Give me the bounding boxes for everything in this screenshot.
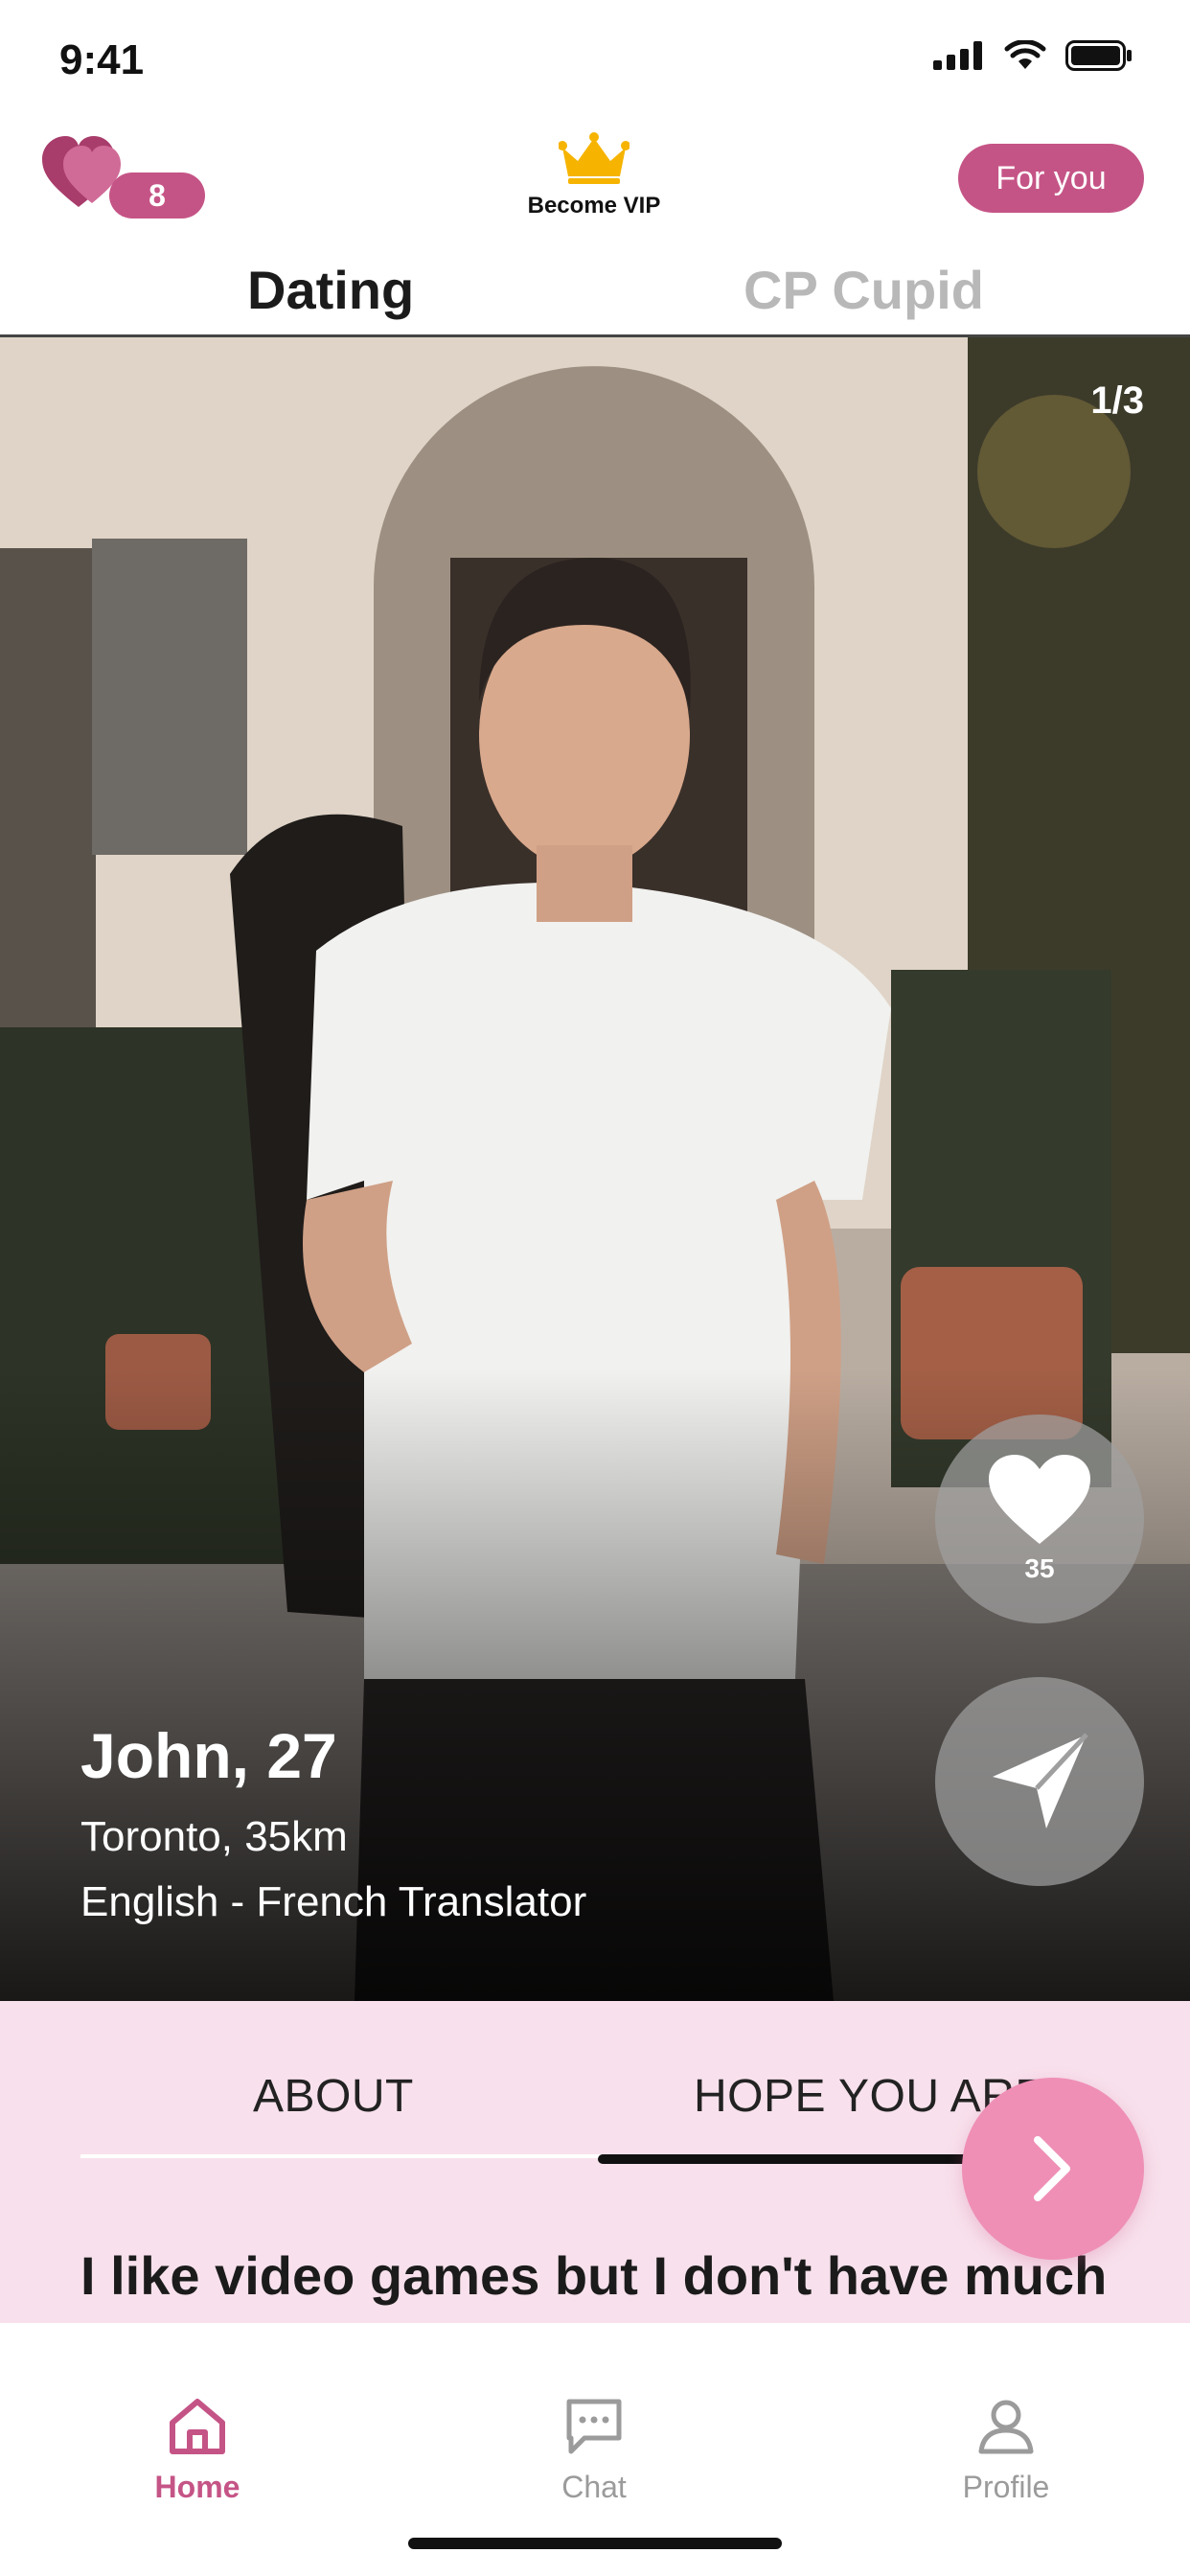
for-you-button[interactable]: For you (958, 144, 1144, 213)
app-screen: 9:41 8 Become VIP For you Dating CP Cupi… (0, 0, 1190, 2576)
nav-home-label: Home (154, 2470, 240, 2504)
likes-badge[interactable]: 8 (42, 136, 205, 222)
chevron-right-icon (1034, 2136, 1070, 2201)
like-count: 35 (1024, 1553, 1055, 1583)
battery-icon (1065, 40, 1132, 71)
heart-icon (989, 1455, 1090, 1544)
wifi-icon (1004, 40, 1046, 69)
profile-occupation: English - French Translator (80, 1878, 587, 1925)
likes-count: 8 (109, 172, 205, 218)
about-text: I like video games but I don't have much (80, 2245, 1108, 2306)
nav-home[interactable]: Home (111, 2396, 284, 2505)
crown-icon (558, 132, 630, 184)
next-profile-button[interactable] (962, 2078, 1144, 2260)
user-icon (978, 2400, 1034, 2454)
status-icons (933, 40, 1133, 71)
paper-plane-icon (993, 1733, 1088, 1828)
top-header: 8 Become VIP For you (0, 125, 1190, 249)
chat-icon (566, 2399, 622, 2454)
main-tabs: Dating CP Cupid (0, 249, 1190, 337)
profile-name-age: John, 27 (80, 1720, 337, 1791)
home-indicator (408, 2538, 782, 2549)
tab-dating[interactable]: Dating (247, 259, 414, 321)
like-button[interactable]: 35 (935, 1414, 1144, 1623)
nav-profile-label: Profile (962, 2470, 1050, 2504)
nav-profile[interactable]: Profile (920, 2396, 1092, 2505)
profile-info: John, 27 Toronto, 35km English - French … (80, 1719, 586, 1944)
tab-about[interactable]: ABOUT (253, 2070, 414, 2123)
photo-counter: 1/3 (1090, 380, 1144, 422)
status-bar: 9:41 (0, 0, 1190, 125)
vip-label: Become VIP (527, 193, 661, 218)
profile-photo-card[interactable]: 1/3 John, 27 Toronto, 35km English - Fre… (0, 337, 1190, 2001)
status-time: 9:41 (59, 36, 145, 83)
profile-location: Toronto, 35km (80, 1813, 348, 1860)
send-message-button[interactable] (935, 1677, 1144, 1886)
tab-cp-cupid[interactable]: CP Cupid (744, 259, 984, 321)
nav-chat[interactable]: Chat (508, 2396, 680, 2505)
cellular-signal-icon (933, 41, 982, 70)
home-icon (170, 2399, 225, 2454)
nav-chat-label: Chat (561, 2470, 627, 2504)
become-vip-button[interactable]: Become VIP (517, 132, 671, 219)
